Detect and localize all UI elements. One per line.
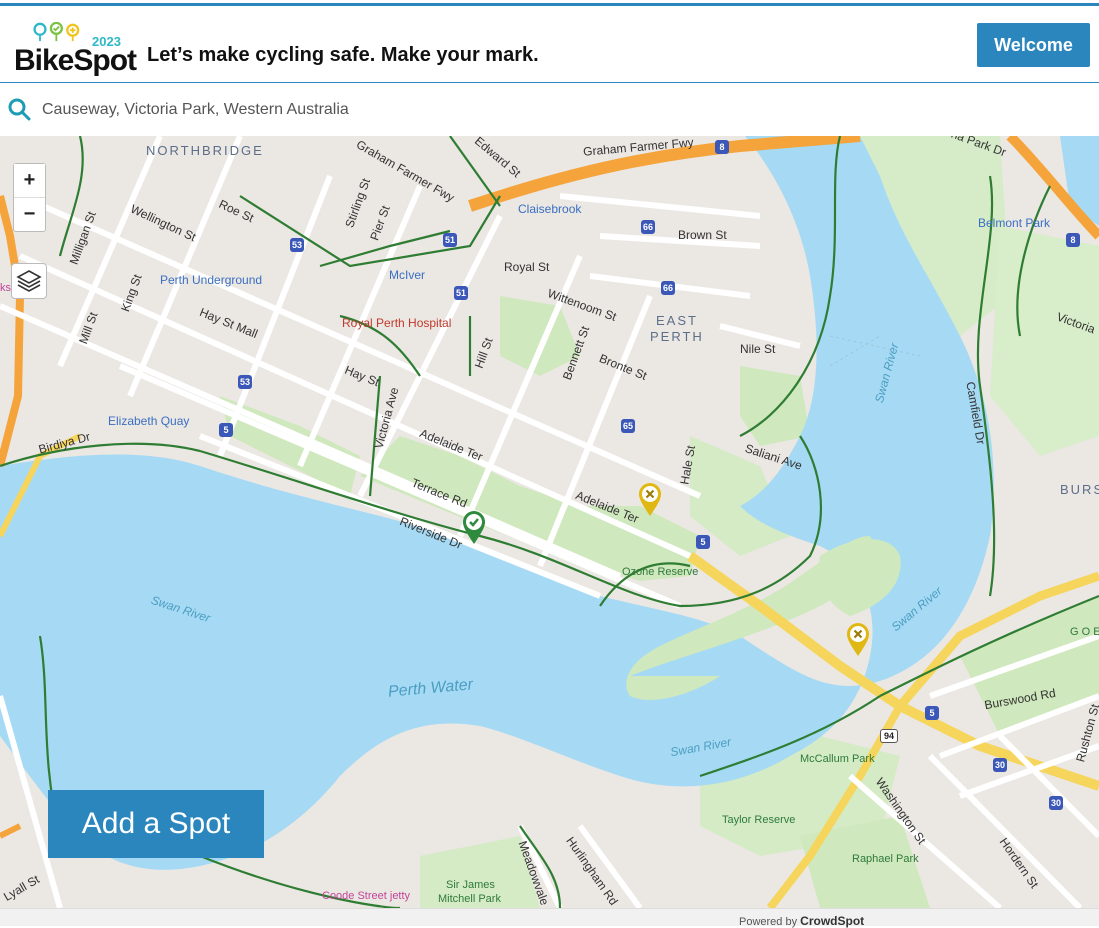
route-shield: 53 bbox=[238, 375, 252, 389]
layers-icon bbox=[16, 270, 42, 292]
route-shield: 30 bbox=[993, 758, 1007, 772]
route-shield: 8 bbox=[1066, 233, 1080, 247]
route-shield: 5 bbox=[219, 423, 233, 437]
unsafe-spot-marker[interactable] bbox=[846, 622, 870, 658]
bikespot-logo[interactable]: 2023 BikeSpot bbox=[14, 20, 137, 77]
route-shield: 30 bbox=[1049, 796, 1063, 810]
tagline: Let’s make cycling safe. Make your mark. bbox=[147, 44, 539, 66]
place-label: Claisebrook bbox=[518, 202, 582, 216]
search-icon[interactable] bbox=[7, 97, 31, 121]
route-shield: 5 bbox=[696, 535, 710, 549]
park-label: Raphael Park bbox=[852, 853, 919, 865]
map-canvas[interactable]: NORTHBRIDGE EAST PERTH BURS Graham Farme… bbox=[0, 136, 1099, 908]
place-label: Elizabeth Quay bbox=[108, 414, 190, 428]
route-shield: 94 bbox=[880, 729, 898, 743]
street-label: Nile St bbox=[740, 342, 776, 356]
district-label: EAST bbox=[656, 313, 698, 328]
park-label: Taylor Reserve bbox=[722, 814, 796, 826]
district-label: BURS bbox=[1060, 482, 1099, 497]
place-label: Perth Underground bbox=[160, 273, 263, 287]
route-shield: 51 bbox=[454, 286, 468, 300]
route-shield: 66 bbox=[641, 220, 655, 234]
zoom-in-button[interactable]: + bbox=[14, 164, 45, 197]
park-label: McCallum Park bbox=[800, 753, 875, 765]
park-label: Mitchell Park bbox=[438, 893, 501, 905]
welcome-button[interactable]: Welcome bbox=[977, 23, 1090, 67]
street-label: Brown St bbox=[678, 228, 727, 242]
logo-wordmark: BikeSpot bbox=[14, 44, 137, 77]
route-shield: 53 bbox=[290, 238, 304, 252]
hospital-label: Royal Perth Hospital bbox=[342, 316, 452, 330]
route-shield: 66 bbox=[661, 281, 675, 295]
park-label: Ozone Reserve bbox=[622, 566, 699, 578]
park-label: Sir James bbox=[446, 879, 495, 891]
street-label: Royal St bbox=[504, 260, 550, 274]
logo-pins-icon bbox=[33, 22, 80, 42]
layers-button[interactable] bbox=[11, 263, 47, 299]
route-shield: 65 bbox=[621, 419, 635, 433]
park-label: G O Edwards bbox=[1070, 626, 1099, 638]
app-header: 2023 BikeSpot Let’s make cycling safe. M… bbox=[0, 6, 1099, 82]
route-shield: 5 bbox=[925, 706, 939, 720]
search-input[interactable] bbox=[40, 95, 844, 125]
approved-spot-marker[interactable] bbox=[462, 510, 486, 546]
powered-prefix: Powered by bbox=[739, 916, 798, 928]
route-shield: 8 bbox=[715, 140, 729, 154]
place-label: Belmont Park bbox=[978, 216, 1051, 230]
edge-label: ks bbox=[0, 282, 11, 294]
add-spot-button[interactable]: Add a Spot bbox=[48, 790, 264, 858]
location-search-bar bbox=[0, 82, 1099, 137]
zoom-control: + − bbox=[13, 163, 46, 232]
crowdspot-brand: CrowdSpot bbox=[800, 914, 865, 928]
place-label: McIver bbox=[389, 268, 425, 282]
powered-by[interactable]: Powered by CrowdSpot bbox=[739, 914, 864, 928]
footer: Powered by CrowdSpot bbox=[0, 908, 1099, 928]
jetty-label: Coode Street jetty bbox=[322, 890, 411, 902]
unsafe-spot-marker[interactable] bbox=[638, 482, 662, 518]
route-shield: 51 bbox=[443, 233, 457, 247]
zoom-out-button[interactable]: − bbox=[14, 197, 45, 230]
district-label: PERTH bbox=[650, 329, 704, 344]
district-label: NORTHBRIDGE bbox=[146, 143, 264, 158]
